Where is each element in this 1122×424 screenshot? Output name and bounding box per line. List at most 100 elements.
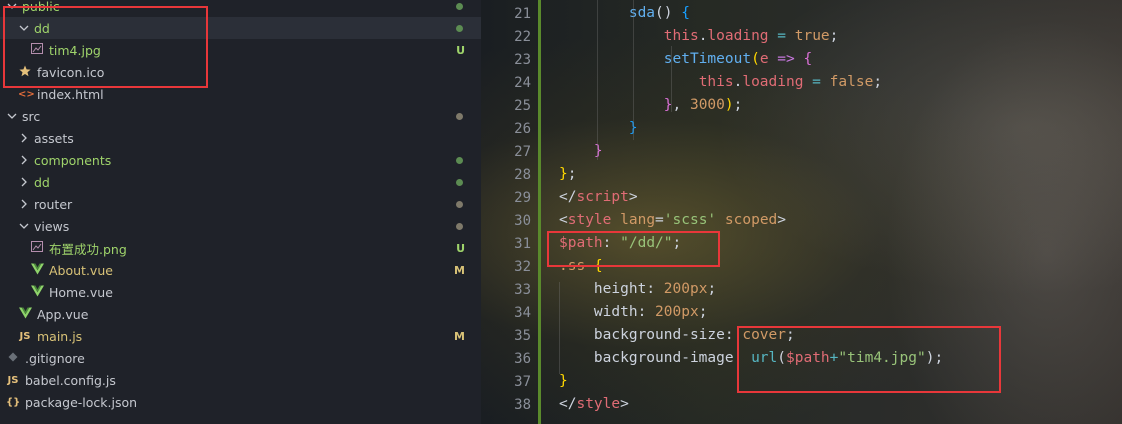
- chevron-down-icon[interactable]: [6, 110, 18, 122]
- code-token: =: [803, 74, 830, 90]
- tree-file-row[interactable]: .gitignore: [0, 347, 481, 369]
- line-number: 28: [514, 167, 531, 183]
- tree-file-row[interactable]: Home.vue: [0, 281, 481, 303]
- code-token: loading: [707, 28, 769, 44]
- line-number: 33: [514, 282, 531, 298]
- chevron-right-icon[interactable]: [18, 198, 30, 210]
- tree-item-label: index.html: [37, 86, 104, 102]
- git-file-icon: [6, 352, 20, 365]
- code-line[interactable]: }: [559, 120, 638, 136]
- tree-file-row[interactable]: JS main.js M: [0, 325, 481, 347]
- tree-folder-row[interactable]: components: [0, 149, 481, 171]
- code-line[interactable]: sda() {: [559, 5, 690, 21]
- code-token: script: [576, 189, 629, 205]
- tree-folder-row[interactable]: views: [0, 215, 481, 237]
- line-number: 36: [514, 351, 531, 367]
- tree-item-label: src: [22, 108, 41, 124]
- tree-file-row[interactable]: App.vue: [0, 303, 481, 325]
- code-line[interactable]: height: 200px;: [559, 281, 716, 297]
- line-number: 37: [514, 374, 531, 390]
- code-line[interactable]: width: 200px;: [559, 304, 708, 320]
- git-status-dot: [456, 112, 463, 120]
- tree-item-label: Home.vue: [49, 284, 113, 300]
- code-line[interactable]: </script>: [559, 189, 638, 205]
- code-token: background-size: [593, 327, 725, 343]
- tree-file-row[interactable]: JS babel.config.js: [0, 369, 481, 391]
- code-line[interactable]: </style>: [559, 396, 629, 412]
- code-token: {: [681, 5, 690, 21]
- line-number: 22: [514, 29, 531, 45]
- js-file-icon: JS: [7, 374, 19, 386]
- tree-file-row[interactable]: 布置成功.png U: [0, 237, 481, 259]
- code-token: }: [559, 373, 568, 389]
- code-token: scoped: [716, 212, 778, 228]
- code-token: this: [698, 74, 734, 90]
- indent-guide: [597, 0, 598, 160]
- code-token: style: [576, 396, 621, 412]
- code-token: :: [646, 281, 664, 297]
- tree-item-label: router: [34, 196, 73, 212]
- indent-guide: [633, 0, 634, 140]
- chevron-right-icon[interactable]: [18, 176, 30, 188]
- html-file-icon: <>: [18, 88, 35, 100]
- code-line[interactable]: this.loading = true;: [559, 28, 839, 44]
- tree-folder-row[interactable]: router: [0, 193, 481, 215]
- code-token: <: [559, 212, 568, 228]
- indent-guide: [671, 46, 672, 112]
- code-token: (): [655, 5, 682, 21]
- code-token: false: [829, 74, 874, 90]
- highlight-box-path-variable: [547, 231, 720, 267]
- tree-folder-row[interactable]: assets: [0, 127, 481, 149]
- code-line[interactable]: };: [559, 166, 576, 182]
- chevron-down-icon[interactable]: [18, 220, 30, 232]
- image-file-icon: [30, 241, 44, 255]
- code-token: setTimeout: [663, 51, 752, 67]
- tree-item-label: About.vue: [49, 262, 113, 278]
- git-status-badge: M: [454, 263, 465, 277]
- code-line[interactable]: }, 3000);: [559, 97, 743, 113]
- git-status-dot: [456, 156, 463, 164]
- highlight-box-public-folder: [3, 6, 208, 88]
- code-token: ;: [873, 74, 883, 90]
- code-token: =: [655, 212, 664, 228]
- git-status-dot: [456, 2, 463, 10]
- code-line[interactable]: <style lang='scss' scoped>: [559, 212, 786, 228]
- vue-file-icon: [30, 263, 44, 278]
- code-token: width: [593, 304, 638, 320]
- tree-folder-row[interactable]: src: [0, 105, 481, 127]
- code-token: e: [759, 51, 778, 67]
- tree-item-label: babel.config.js: [25, 372, 116, 388]
- code-token: 3000: [689, 97, 725, 113]
- code-line[interactable]: }: [559, 373, 568, 389]
- chevron-right-icon[interactable]: [18, 132, 30, 144]
- tree-item-label: views: [34, 218, 70, 234]
- code-token: =: [768, 28, 795, 44]
- line-number: 21: [514, 6, 531, 22]
- git-status-dot: [456, 200, 463, 208]
- line-number: 27: [514, 144, 531, 160]
- code-token: }: [559, 166, 568, 182]
- code-token: (: [751, 51, 760, 67]
- tree-file-row[interactable]: {} package-lock.json: [0, 391, 481, 413]
- code-token: 'scss': [663, 212, 717, 228]
- tree-item-label: assets: [34, 130, 74, 146]
- line-number: 32: [514, 259, 531, 275]
- code-line[interactable]: this.loading = false;: [559, 74, 882, 90]
- line-number: 30: [514, 213, 531, 229]
- code-token: ): [724, 97, 734, 113]
- code-token: 200px: [663, 281, 708, 297]
- chevron-right-icon[interactable]: [18, 154, 30, 166]
- vue-file-icon: [30, 285, 44, 300]
- json-file-icon: {}: [6, 396, 21, 408]
- tree-file-row[interactable]: About.vue M: [0, 259, 481, 281]
- tree-folder-row[interactable]: dd: [0, 171, 481, 193]
- code-token: loading: [742, 74, 804, 90]
- line-number: 38: [514, 397, 531, 413]
